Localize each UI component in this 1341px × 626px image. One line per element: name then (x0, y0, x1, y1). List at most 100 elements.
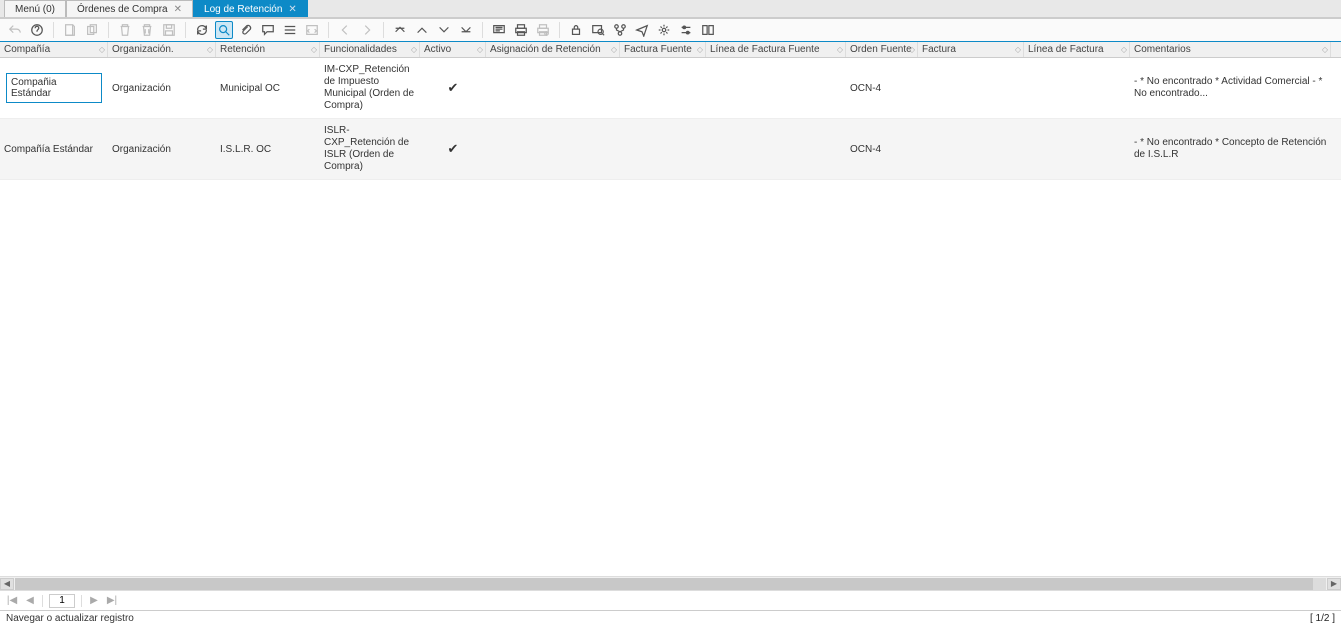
close-icon[interactable]: ✕ (288, 4, 296, 15)
horizontal-scrollbar[interactable]: ◀ ▶ (0, 576, 1341, 590)
cell-asignacion (486, 143, 620, 155)
cell-funcionalidades: ISLR-CXP_Retención de ISLR (Orden de Com… (320, 119, 420, 179)
next-icon (358, 21, 376, 39)
cell-compania: Compañía Estándar (0, 138, 108, 161)
column-organizacion[interactable]: Organización.◇ (108, 42, 216, 57)
scroll-right-icon[interactable]: ▶ (1327, 578, 1341, 590)
page-last-icon[interactable]: ▶| (106, 595, 118, 606)
tab-bar: Menú (0) Órdenes de Compra ✕ Log de Rete… (0, 0, 1341, 18)
scroll-track[interactable] (15, 578, 1326, 590)
column-factura[interactable]: Factura◇ (918, 42, 1024, 57)
cell-activo: ✔ (420, 135, 486, 163)
grid-body: Compañia Estándar Organización Municipal… (0, 58, 1341, 576)
undo-icon (6, 21, 24, 39)
sort-icon: ◇ (909, 45, 915, 54)
sort-icon: ◇ (207, 45, 213, 54)
sort-icon: ◇ (99, 45, 105, 54)
tab-log-retencion[interactable]: Log de Retención ✕ (193, 0, 308, 17)
refresh-icon[interactable] (193, 21, 211, 39)
column-comentarios[interactable]: Comentarios◇ (1130, 42, 1331, 57)
up-icon[interactable] (413, 21, 431, 39)
column-factura-fuente[interactable]: Factura Fuente◇ (620, 42, 706, 57)
down-icon[interactable] (435, 21, 453, 39)
chat-icon[interactable] (259, 21, 277, 39)
tab-label: Log de Retención (204, 4, 282, 15)
code-icon (303, 21, 321, 39)
cell-factura (918, 143, 1024, 155)
cell-activo: ✔ (420, 74, 486, 102)
separator (42, 595, 43, 607)
prev-icon (336, 21, 354, 39)
cell-compania[interactable]: Compañia Estándar (0, 65, 108, 111)
delete-icon (116, 21, 134, 39)
column-linea-factura[interactable]: Línea de Factura◇ (1024, 42, 1130, 57)
column-linea-factura-fuente[interactable]: Línea de Factura Fuente◇ (706, 42, 846, 57)
column-asignacion[interactable]: Asignación de Retención◇ (486, 42, 620, 57)
cell-asignacion (486, 82, 620, 94)
search-icon[interactable] (215, 21, 233, 39)
zoom-icon[interactable] (589, 21, 607, 39)
attach-icon[interactable] (237, 21, 255, 39)
grid-header: Compañía◇ Organización.◇ Retención◇ Func… (0, 42, 1341, 58)
separator (482, 22, 483, 38)
page-first-icon[interactable]: |◀ (6, 595, 18, 606)
cell-organizacion: Organización (108, 138, 216, 161)
sort-icon: ◇ (411, 45, 417, 54)
separator (53, 22, 54, 38)
lock-icon[interactable] (567, 21, 585, 39)
sort-icon: ◇ (311, 45, 317, 54)
page-prev-icon[interactable]: ◀ (24, 595, 36, 606)
status-bar: Navegar o actualizar registro [ 1/2 ] (0, 610, 1341, 626)
separator (185, 22, 186, 38)
record-counter: [ 1/2 ] (1310, 613, 1335, 624)
gear-icon[interactable] (655, 21, 673, 39)
separator (559, 22, 560, 38)
last-icon[interactable] (457, 21, 475, 39)
tab-label: Órdenes de Compra (77, 4, 168, 15)
edit-input[interactable]: Compañia Estándar (6, 73, 102, 103)
table-row[interactable]: Compañía Estándar Organización I.S.L.R. … (0, 119, 1341, 180)
cell-retencion: Municipal OC (216, 77, 320, 100)
toggle-icon[interactable] (699, 21, 717, 39)
close-icon[interactable]: ✕ (174, 4, 182, 15)
status-text: Navegar o actualizar registro (6, 613, 134, 624)
scroll-left-icon[interactable]: ◀ (0, 578, 14, 590)
cell-linea-factura (1024, 143, 1130, 155)
new-icon (61, 21, 79, 39)
separator (108, 22, 109, 38)
cell-funcionalidades: IM-CXP_Retención de Impuesto Municipal (… (320, 58, 420, 118)
page-input[interactable] (49, 594, 75, 608)
page-next-icon[interactable]: ▶ (88, 595, 100, 606)
column-orden-fuente[interactable]: Orden Fuente◇ (846, 42, 918, 57)
print-preview-icon (534, 21, 552, 39)
send-icon[interactable] (633, 21, 651, 39)
cell-factura-fuente (620, 143, 706, 155)
tab-ordenes[interactable]: Órdenes de Compra ✕ (66, 0, 193, 17)
toolbar (0, 18, 1341, 42)
detail-icon[interactable] (490, 21, 508, 39)
copy-icon (83, 21, 101, 39)
sort-icon: ◇ (697, 45, 703, 54)
sort-icon: ◇ (477, 45, 483, 54)
cell-comentarios: - * No encontrado * Actividad Comercial … (1130, 70, 1331, 106)
tab-menu[interactable]: Menú (0) (4, 0, 66, 17)
print-icon[interactable] (512, 21, 530, 39)
sort-icon: ◇ (1121, 45, 1127, 54)
cell-linea-factura-fuente (706, 143, 846, 155)
scroll-thumb[interactable] (15, 578, 1313, 590)
separator (328, 22, 329, 38)
separator (81, 595, 82, 607)
first-icon[interactable] (391, 21, 409, 39)
workflow-icon[interactable] (611, 21, 629, 39)
cell-orden-fuente: OCN-4 (846, 77, 918, 100)
column-compania[interactable]: Compañía◇ (0, 42, 108, 57)
list-icon[interactable] (281, 21, 299, 39)
slider-icon[interactable] (677, 21, 695, 39)
cell-linea-factura-fuente (706, 82, 846, 94)
help-icon[interactable] (28, 21, 46, 39)
column-retencion[interactable]: Retención◇ (216, 42, 320, 57)
cell-orden-fuente: OCN-4 (846, 138, 918, 161)
table-row[interactable]: Compañia Estándar Organización Municipal… (0, 58, 1341, 119)
column-funcionalidades[interactable]: Funcionalidades◇ (320, 42, 420, 57)
column-activo[interactable]: Activo◇ (420, 42, 486, 57)
